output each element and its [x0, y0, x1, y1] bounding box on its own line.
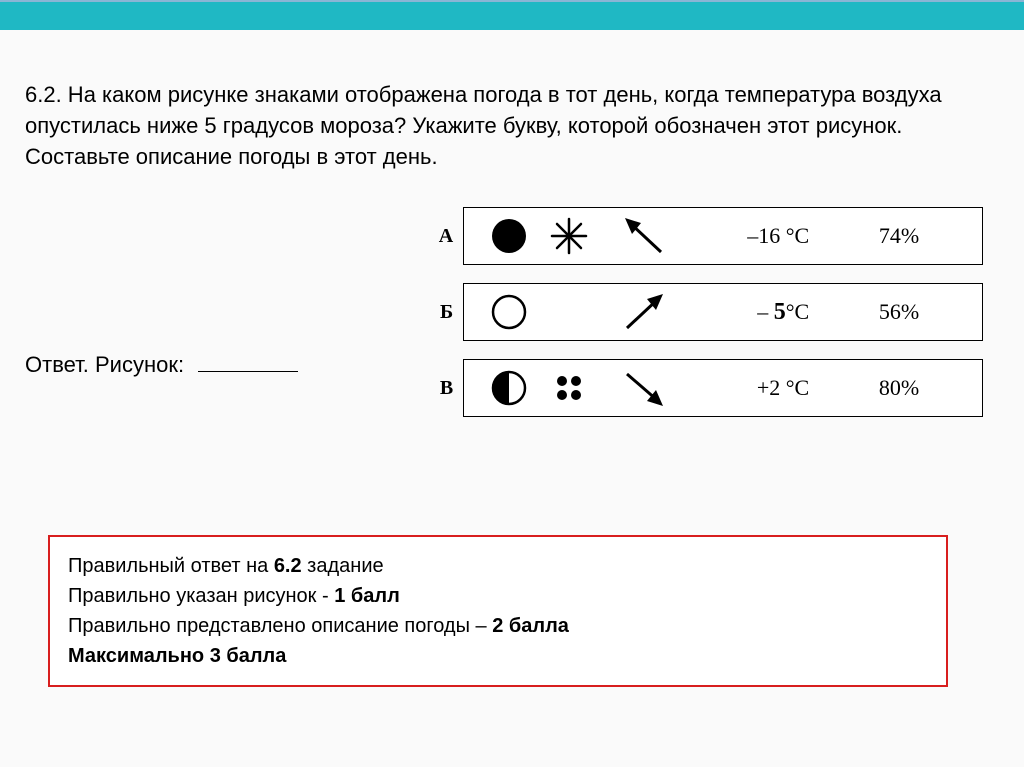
diagram-box: – 5°C 56% — [463, 283, 983, 341]
scoring-line: Правильный ответ на 6.2 задание — [68, 551, 928, 581]
scoring-text: задание — [302, 555, 384, 577]
clear-sky-icon — [479, 293, 539, 331]
diagram-letter: В — [428, 377, 453, 400]
humidity-value: 74% — [829, 223, 919, 249]
scoring-text: Правильно указан рисунок - — [68, 585, 334, 607]
scoring-text: Правильный ответ на — [68, 555, 274, 577]
overcast-icon — [479, 217, 539, 255]
temp-suffix: °C — [786, 299, 809, 324]
question-text: 6.2. На каком рисунке знаками отображена… — [25, 80, 999, 172]
wind-ne-arrow-icon — [599, 290, 689, 334]
scoring-bold: 1 балл — [334, 585, 400, 607]
scoring-line: Правильно указан рисунок - 1 балл — [68, 581, 928, 611]
scoring-line: Правильно представлено описание погоды –… — [68, 611, 928, 641]
scoring-bold: Максимально 3 балла — [68, 645, 286, 667]
temp-bold-value: 5 — [774, 299, 786, 325]
scoring-text: Правильно представлено описание погоды – — [68, 615, 492, 637]
temperature-value: – 5°C — [689, 299, 829, 326]
temp-prefix: – — [757, 299, 774, 324]
diagram-box: +2 °C 80% — [463, 359, 983, 417]
snow-icon — [539, 216, 599, 256]
diagram-row: А — [428, 207, 983, 265]
wind-nw-arrow-icon — [599, 214, 689, 258]
temperature-value: +2 °C — [689, 375, 829, 401]
diagrams-container: А — [428, 207, 983, 435]
answer-blank-line — [198, 371, 298, 372]
scoring-line: Максимально 3 балла — [68, 641, 928, 671]
humidity-value: 56% — [829, 299, 919, 325]
rain-dots-icon — [539, 369, 599, 407]
content-area: 6.2. На каком рисунке знаками отображена… — [0, 30, 1024, 455]
diagram-letter: А — [428, 225, 453, 248]
diagram-row: Б – 5°C 56% — [428, 283, 983, 341]
half-cloudy-icon — [479, 369, 539, 407]
scoring-bold: 6.2 — [274, 555, 302, 577]
diagram-letter: Б — [428, 301, 453, 324]
wind-se-arrow-icon — [599, 366, 689, 410]
answer-section: Ответ. Рисунок: А — [25, 207, 999, 435]
answer-label-text: Ответ. Рисунок: — [25, 352, 184, 377]
answer-label: Ответ. Рисунок: — [25, 352, 298, 378]
humidity-value: 80% — [829, 375, 919, 401]
diagram-box: –16 °C 74% — [463, 207, 983, 265]
scoring-box: Правильный ответ на 6.2 задание Правильн… — [48, 535, 948, 687]
diagram-row: В — [428, 359, 983, 417]
header-bar — [0, 0, 1024, 30]
scoring-bold: 2 балла — [492, 615, 569, 637]
temperature-value: –16 °C — [689, 223, 829, 249]
